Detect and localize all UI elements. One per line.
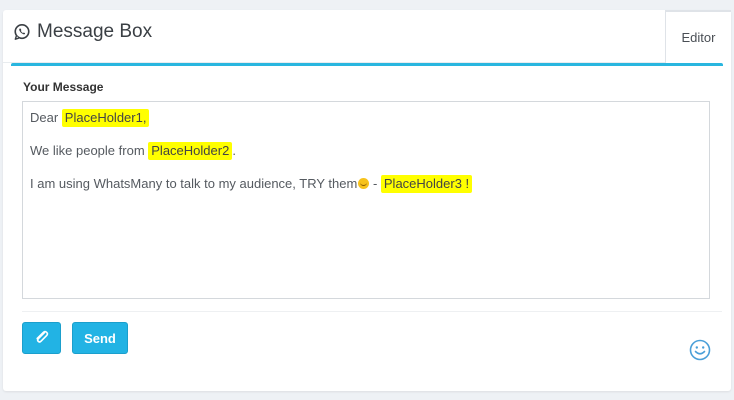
send-button[interactable]: Send xyxy=(72,322,128,354)
line-2-text: We like people from xyxy=(30,143,149,158)
line-2-suffix: . xyxy=(232,143,236,158)
placeholder-1: PlaceHolder1, xyxy=(61,109,150,127)
footer-divider xyxy=(22,311,722,312)
placeholder-3: PlaceHolder3 ! xyxy=(380,175,473,193)
line-3-text: I am using WhatsMany to talk to my audie… xyxy=(30,176,358,191)
emoji-picker-button[interactable] xyxy=(689,339,711,361)
message-line-1: Dear PlaceHolder1, xyxy=(30,108,702,128)
smiley-emoji-icon xyxy=(358,178,370,189)
attach-button[interactable] xyxy=(22,322,61,354)
accent-bar xyxy=(11,63,723,66)
whatsapp-icon xyxy=(13,23,31,41)
message-editor[interactable]: Dear PlaceHolder1, We like people from P… xyxy=(22,101,710,299)
paperclip-icon xyxy=(34,329,50,348)
line-3-middle: - xyxy=(369,176,381,191)
message-line-2: We like people from PlaceHolder2. xyxy=(30,141,702,161)
panel-header: Message Box Editor xyxy=(3,10,731,63)
message-box-panel: Message Box Editor Your Message Dear Pla… xyxy=(3,10,731,391)
line-1-text: Dear xyxy=(30,110,62,125)
tab-editor[interactable]: Editor xyxy=(665,10,731,63)
smiley-icon xyxy=(689,339,711,365)
placeholder-2: PlaceHolder2 xyxy=(148,142,233,160)
panel-title-text: Message Box xyxy=(37,21,153,42)
message-line-3: I am using WhatsMany to talk to my audie… xyxy=(30,174,702,194)
your-message-label: Your Message xyxy=(23,80,104,94)
panel-title: Message Box xyxy=(13,20,152,44)
